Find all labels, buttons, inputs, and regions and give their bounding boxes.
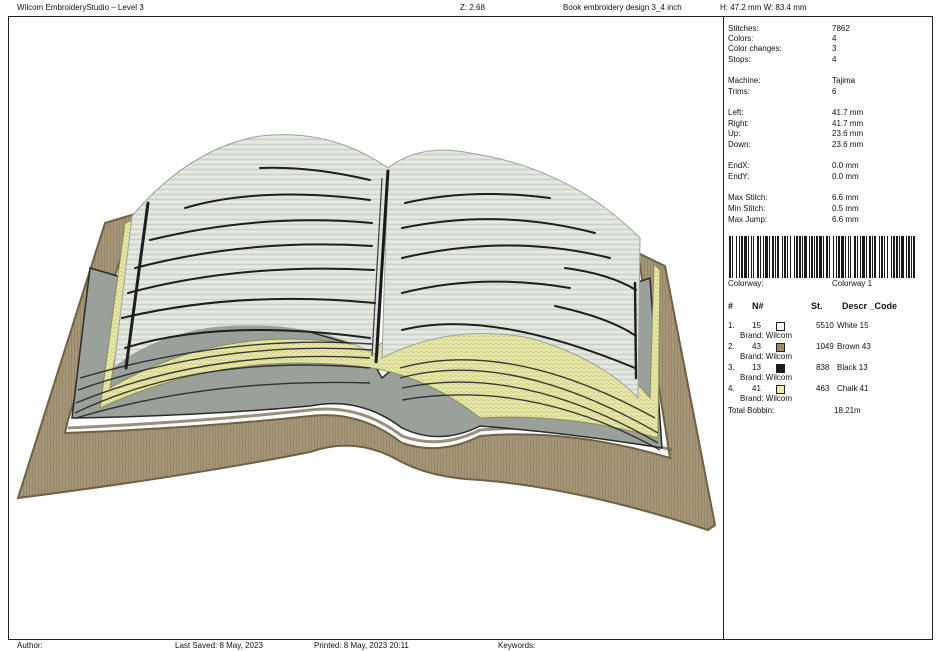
thread-index: 4.: [728, 384, 735, 393]
total-bobbin-value: 18.21m: [834, 406, 861, 415]
stat-value: 6.6 mm: [832, 193, 859, 202]
thread-index: 1.: [728, 321, 735, 330]
stat-value: 6.6 mm: [832, 215, 859, 224]
thread-code: 43: [752, 342, 761, 351]
book-design-image: [16, 134, 717, 532]
stat-row: Max Stitch: 6.6 mm: [728, 193, 933, 203]
col-code-header: N#: [752, 301, 764, 311]
stat-label: Up:: [728, 129, 741, 138]
zoom-level: Z: 2.68: [460, 3, 485, 12]
thread-stitches: 838: [816, 363, 830, 372]
thread-color-swatch: [776, 364, 785, 373]
stat-row: Max Jump: 6.6 mm: [728, 215, 933, 225]
stat-value: 23.6 mm: [832, 140, 864, 149]
thread-color-swatch: [776, 322, 785, 331]
stat-value: 23.6 mm: [832, 129, 864, 138]
stat-value: 4: [832, 34, 837, 43]
stat-label: Colors:: [728, 34, 754, 43]
stat-label: Down:: [728, 140, 751, 149]
app-title: Wilcom EmbroideryStudio – Level 3: [17, 3, 144, 12]
stat-label: Right:: [728, 119, 749, 128]
last-saved: Last Saved: 8 May, 2023: [175, 641, 263, 650]
stat-row: Stitches: 7862: [728, 24, 933, 34]
colorway-value: Colorway 1: [832, 279, 873, 288]
stat-row: Machine: Tajima: [728, 76, 933, 86]
stat-row: Left: 41.7 mm: [728, 108, 933, 118]
col-descr-header: Descr _Code: [842, 301, 898, 311]
stat-row: Right: 41.7 mm: [728, 119, 933, 129]
thread-color-swatch: [776, 343, 785, 352]
thread-row: 2. 43 1049 Brown 43 Brand: Wilcom: [728, 342, 928, 362]
thread-code: 15: [752, 321, 761, 330]
thread-stitches: 463: [816, 384, 830, 393]
thread-code: 41: [752, 384, 761, 393]
author-label: Author:: [17, 641, 43, 650]
thread-brand: Brand: Wilcom: [740, 352, 793, 361]
stat-row: Stops: 4: [728, 55, 933, 65]
thread-table-header: # N# St. Descr _Code: [728, 300, 928, 312]
stat-label: Min Stitch:: [728, 204, 766, 213]
thread-description: Chalk 41: [837, 384, 869, 393]
stat-row: EndX: 0.0 mm: [728, 161, 933, 171]
stat-label: Stops:: [728, 55, 751, 64]
colorway-label: Colorway:: [728, 279, 764, 288]
stat-value: 41.7 mm: [832, 108, 864, 117]
thread-row: 4. 41 463 Chalk 41 Brand: Wilcom: [728, 384, 928, 404]
thread-stitches: 1049: [816, 342, 834, 351]
thread-row: 3. 13 838 Black 13 Brand: Wilcom: [728, 363, 928, 383]
thread-brand: Brand: Wilcom: [740, 331, 793, 340]
stat-label: Max Jump:: [728, 215, 768, 224]
col-stitches-header: St.: [811, 301, 823, 311]
stat-label: Stitches:: [728, 24, 759, 33]
panel-divider: [723, 16, 724, 640]
printed-date: Printed: 8 May, 2023 20:11: [314, 641, 409, 650]
thread-description: Black 13: [837, 363, 868, 372]
stat-value: 4: [832, 55, 837, 64]
stat-label: EndY:: [728, 172, 750, 181]
design-preview: [10, 18, 722, 638]
stat-row: Min Stitch: 0.5 mm: [728, 204, 933, 214]
stat-row: Trims: 6: [728, 87, 933, 97]
header-bar: Wilcom EmbroideryStudio – Level 3 Z: 2.6…: [0, 0, 943, 16]
thread-index: 2.: [728, 342, 735, 351]
stat-row: Colors: 4: [728, 34, 933, 44]
thread-code: 13: [752, 363, 761, 372]
thread-description: White 15: [837, 321, 869, 330]
stat-value: 3: [832, 44, 837, 53]
thread-index: 3.: [728, 363, 735, 372]
stat-value: 6: [832, 87, 837, 96]
stat-value: 0.0 mm: [832, 161, 859, 170]
stat-label: Color changes:: [728, 44, 782, 53]
stat-value: 7862: [832, 24, 850, 33]
thread-description: Brown 43: [837, 342, 871, 351]
footer-bar: Author: Last Saved: 8 May, 2023 Printed:…: [0, 640, 943, 651]
keywords-label: Keywords:: [498, 641, 536, 650]
thread-row: 1. 15 5510 White 15 Brand: Wilcom: [728, 321, 928, 341]
stat-value: 41.7 mm: [832, 119, 864, 128]
stat-label: Left:: [728, 108, 744, 117]
design-dimensions: H: 47.2 mm W: 83.4 mm: [720, 3, 807, 12]
barcode-bar: [913, 236, 915, 278]
stat-label: Trims:: [728, 87, 750, 96]
stat-row: Down: 23.6 mm: [728, 140, 933, 150]
stat-row: Color changes: 3: [728, 44, 933, 54]
stat-label: Machine:: [728, 76, 761, 85]
total-bobbin-label: Total Bobbin:: [728, 406, 775, 415]
stat-value: 0.5 mm: [832, 204, 859, 213]
col-index-header: #: [728, 301, 734, 311]
stat-label: EndX:: [728, 161, 750, 170]
stat-row: Up: 23.6 mm: [728, 129, 933, 139]
stat-value: 0.0 mm: [832, 172, 859, 181]
design-name: Book embroidery design 3_4 inch: [563, 3, 682, 12]
stat-label: Max Stitch:: [728, 193, 768, 202]
stat-value: Tajima: [832, 76, 856, 85]
thread-brand: Brand: Wilcom: [740, 373, 793, 382]
design-barcode: [729, 236, 915, 278]
thread-stitches: 5510: [816, 321, 834, 330]
thread-brand: Brand: Wilcom: [740, 394, 793, 403]
stat-row: EndY: 0.0 mm: [728, 172, 933, 182]
thread-color-swatch: [776, 385, 785, 394]
